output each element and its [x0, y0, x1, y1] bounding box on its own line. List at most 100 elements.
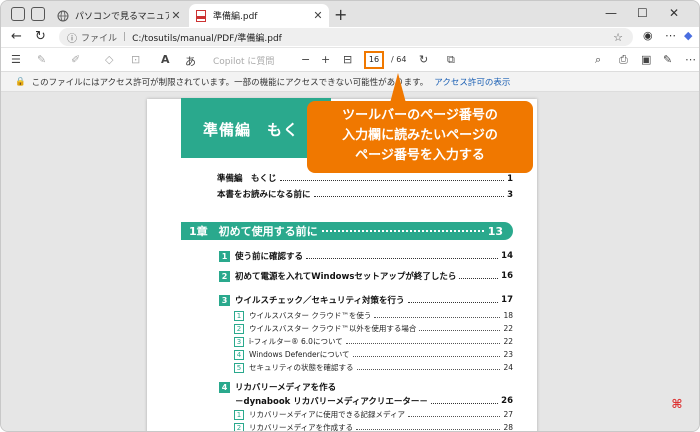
add-text-icon[interactable]: ⊡	[131, 53, 140, 66]
read-aloud-button[interactable]: A	[161, 53, 170, 66]
erase-icon[interactable]: ◇	[105, 53, 113, 66]
instruction-callout: ツールバーのページ番号の 入力欄に読みたいページの ページ番号を入力する	[307, 101, 533, 173]
zoom-out-button[interactable]: −	[301, 53, 310, 66]
back-icon[interactable]: ←	[11, 29, 22, 44]
copilot-ask-button[interactable]: Copilot に質問	[213, 54, 274, 67]
new-tab-button[interactable]: +	[334, 5, 347, 24]
subsection-entry[interactable]: 2 リカバリーメディアを作成する 28	[234, 422, 513, 432]
page-view-icon[interactable]: ⧉	[447, 53, 455, 67]
toc-entry[interactable]: 準備編 もくじ 1	[217, 172, 513, 184]
subsection-page: 28	[503, 423, 513, 432]
toc-page: 3	[507, 190, 513, 200]
subsection-entry[interactable]: 1 リカバリーメディアに使用できる記録メディア 27	[234, 409, 513, 420]
tab-title: 準備編.pdf	[213, 12, 258, 22]
subsection-number: 2	[234, 323, 244, 334]
subsection-label: リカバリーメディアに使用できる記録メディア	[249, 410, 405, 419]
page-total: / 64	[391, 55, 407, 64]
address-bar-row: ← ↻ ⓘ ファイル | C:/tosutils/manual/PDF/準備編.…	[1, 27, 699, 47]
section-label: 使う前に確認する	[235, 252, 304, 262]
callout-line: ツールバーのページ番号の	[342, 108, 498, 123]
tab-title: パソコンで見るマニュアル	[75, 12, 169, 22]
profile-avatar-icon[interactable]: ◉	[643, 29, 653, 42]
settings-icon[interactable]: ⋯	[685, 53, 696, 66]
section-label: ウイルスチェック／セキュリティ対策を行う	[235, 296, 405, 306]
minimize-button[interactable]: —	[605, 6, 617, 20]
subsection-page: 27	[503, 410, 513, 419]
section-label: リカバリーメディアを作る	[235, 383, 337, 393]
refresh-icon[interactable]: ↻	[35, 29, 46, 44]
callout-pointer	[390, 73, 406, 103]
subsection-number: 1	[234, 310, 244, 321]
highlight-icon[interactable]: ✎	[37, 53, 46, 66]
document-header: 準備編 もく	[203, 121, 300, 139]
section-page: 14	[501, 251, 513, 261]
profile-icon[interactable]	[11, 7, 25, 21]
permission-info-bar: 🔒 このファイルにはアクセス許可が制限されています。一部の機能にアクセスできない…	[1, 72, 699, 92]
toc-entry[interactable]: 本書をお読みになる前に 3	[217, 188, 513, 200]
section-entry[interactable]: 4 リカバリーメディアを作る	[219, 381, 513, 393]
chapter-heading[interactable]: 1章 初めて使用する前に 13	[181, 222, 513, 240]
callout-line: 入力欄に読みたいページの	[342, 128, 498, 143]
copilot-icon[interactable]: ◆	[684, 29, 692, 42]
subsection-label: ウイルスバスター クラウド™以外を使用する場合	[249, 324, 417, 333]
address-separator: |	[123, 32, 127, 42]
contents-icon[interactable]: ☰	[11, 53, 21, 66]
favorite-star-icon[interactable]: ☆	[613, 31, 623, 44]
print-icon[interactable]: ⎙	[619, 53, 628, 67]
section-entry[interactable]: 2 初めて電源を入れてWindowsセットアップが終了したら 16	[219, 270, 513, 282]
draw-icon[interactable]: ✐	[71, 53, 80, 66]
subsection-entry[interactable]: 1 ウイルスバスター クラウド™を使う 18	[234, 310, 513, 321]
subsection-page: 24	[503, 363, 513, 372]
section-entry[interactable]: 1 使う前に確認する 14	[219, 250, 513, 262]
save-icon[interactable]: ▣	[641, 53, 651, 66]
rotate-icon[interactable]: ↻	[419, 53, 428, 66]
subsection-number: 5	[234, 362, 244, 373]
tab-pdf[interactable]: 準備編.pdf ✕	[189, 4, 329, 27]
chapter-page: 13	[487, 224, 503, 238]
subsection-page: 18	[503, 311, 513, 320]
subsection-entry[interactable]: 5 セキュリティの状態を確認する 24	[234, 362, 513, 373]
tab-manual[interactable]: パソコンで見るマニュアル ✕	[51, 4, 187, 27]
lock-icon: 🔒	[15, 76, 26, 87]
browser-window: パソコンで見るマニュアル ✕ 準備編.pdf ✕ + — ☐ ✕ ← ↻ ⓘ フ…	[0, 0, 700, 432]
address-bar[interactable]: ⓘ ファイル | C:/tosutils/manual/PDF/準備編.pdf …	[59, 28, 633, 46]
chapter-label: 1章 初めて使用する前に	[189, 225, 318, 238]
section-label: 初めて電源を入れてWindowsセットアップが終了したら	[235, 272, 457, 282]
file-label: ファイル	[81, 33, 118, 44]
section-entry-continued[interactable]: －dynabook リカバリーメディアクリエーター－ 26	[235, 395, 513, 407]
subsection-entry[interactable]: 4 Windows Defenderについて 23	[234, 349, 513, 360]
subsection-page: 22	[503, 324, 513, 333]
permission-message: このファイルにはアクセス許可が制限されています。一部の機能にアクセスできない可能…	[31, 77, 429, 88]
fit-page-icon[interactable]: ⊟	[343, 53, 352, 66]
subsection-number: 4	[234, 349, 244, 360]
toc-label: 準備編 もくじ	[217, 174, 277, 184]
subsection-number: 1	[234, 409, 244, 420]
subsection-entry[interactable]: 3 i-フィルター® 6.0について 22	[234, 336, 513, 347]
view-permissions-link[interactable]: アクセス許可の表示	[434, 76, 510, 88]
tab-close-icon[interactable]: ✕	[169, 9, 183, 22]
text-size-button[interactable]: あ	[185, 53, 196, 69]
save-as-icon[interactable]: ✎	[663, 53, 672, 66]
callout-line: ページ番号を入力する	[355, 148, 485, 163]
subsection-page: 22	[503, 337, 513, 346]
search-icon[interactable]: ⌕	[595, 53, 601, 67]
toc-label: 本書をお読みになる前に	[217, 190, 311, 200]
subsection-label: リカバリーメディアを作成する	[249, 423, 354, 432]
tab-close-icon[interactable]: ✕	[311, 9, 325, 22]
section-entry[interactable]: 3 ウイルスチェック／セキュリティ対策を行う 17	[219, 294, 513, 306]
more-menu-icon[interactable]: ⋯	[665, 29, 676, 42]
close-window-button[interactable]: ✕	[669, 6, 679, 20]
info-icon[interactable]: ⓘ	[67, 30, 77, 45]
subsection-page: 23	[503, 350, 513, 359]
zoom-in-button[interactable]: +	[321, 53, 330, 66]
page-number-input[interactable]: 16	[364, 51, 384, 69]
maximize-button[interactable]: ☐	[637, 6, 648, 20]
subsection-entry[interactable]: 2 ウイルスバスター クラウド™以外を使用する場合 22	[234, 323, 513, 334]
section-number: 3	[219, 294, 230, 306]
globe-icon	[57, 10, 69, 21]
pdf-app-icon[interactable]: ⌘	[669, 397, 685, 413]
workspaces-icon[interactable]	[31, 7, 45, 21]
section-number: 4	[219, 381, 230, 393]
url-text[interactable]: C:/tosutils/manual/PDF/準備編.pdf	[132, 31, 282, 44]
section-page: 16	[501, 271, 513, 281]
